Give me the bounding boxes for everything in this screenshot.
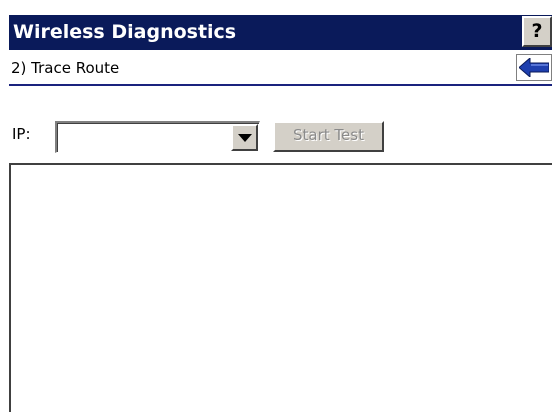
chevron-down-icon	[238, 134, 252, 142]
ip-combobox[interactable]	[55, 121, 260, 153]
ip-dropdown-button[interactable]	[231, 124, 258, 151]
sub-header: 2) Trace Route	[9, 52, 552, 86]
ip-label: IP:	[12, 125, 31, 143]
help-button[interactable]: ?	[522, 16, 552, 47]
window-title: Wireless Diagnostics	[13, 21, 237, 43]
back-button[interactable]	[516, 54, 552, 81]
title-bar: Wireless Diagnostics ?	[9, 15, 552, 50]
diagnostics-window: Wireless Diagnostics ? 2) Trace Route IP…	[0, 0, 552, 412]
back-arrow-icon	[519, 58, 549, 77]
start-test-button[interactable]: Start Test	[273, 121, 384, 152]
trace-output-area[interactable]	[9, 163, 552, 412]
page-subtitle: 2) Trace Route	[11, 59, 120, 77]
